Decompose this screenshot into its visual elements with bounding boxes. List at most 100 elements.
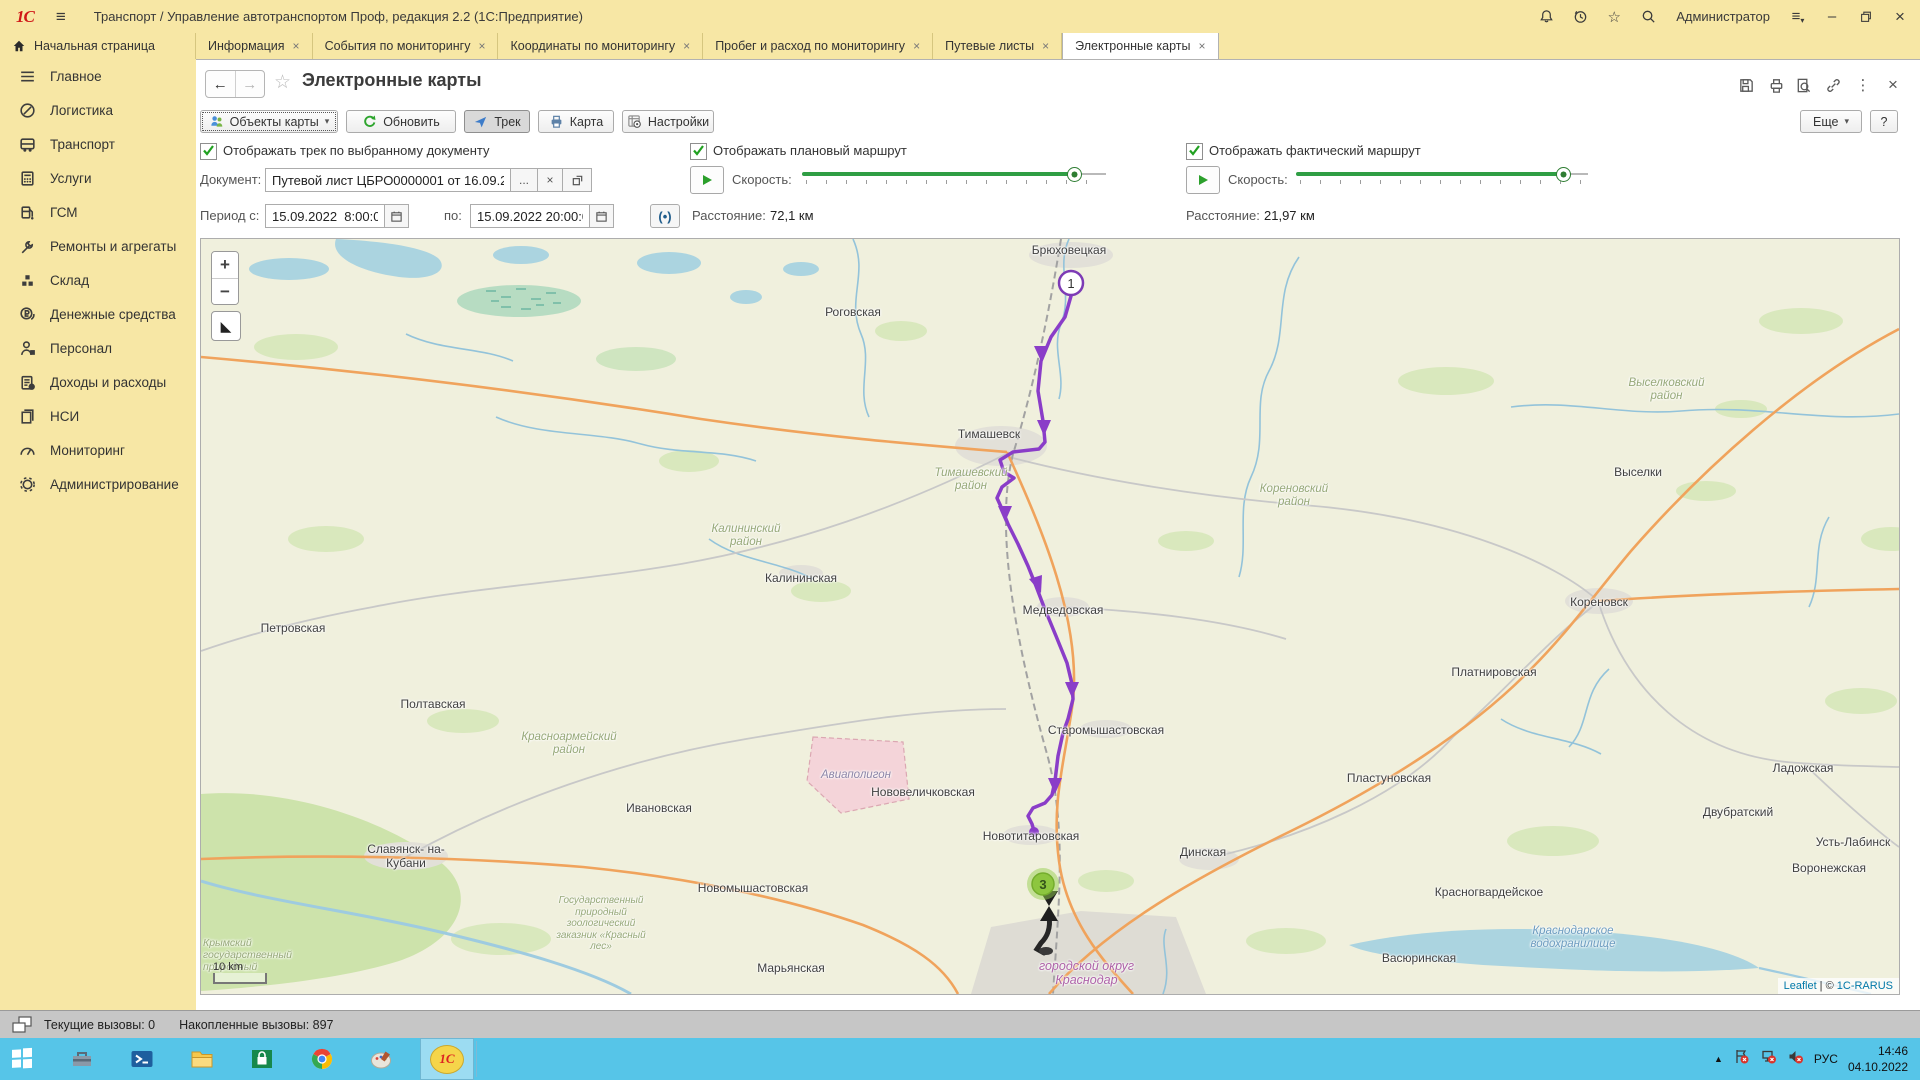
tab-monitoring-mileage[interactable]: Пробег и расход по мониторингу× <box>703 33 933 59</box>
taskbar-app-toolbox[interactable] <box>60 1038 104 1080</box>
sidebar-item-repairs[interactable]: Ремонты и агрегаты <box>0 229 196 263</box>
brand-link[interactable]: 1C-RARUS <box>1837 980 1893 992</box>
slider-thumb[interactable] <box>1067 167 1082 182</box>
get-link-icon[interactable] <box>1822 75 1844 95</box>
tray-expand-icon[interactable]: ▲ <box>1714 1054 1723 1064</box>
period-to-input[interactable] <box>470 204 590 228</box>
close-tab-icon[interactable]: × <box>1199 39 1206 53</box>
1c-logo: 1С <box>16 7 34 27</box>
show-plan-route-label[interactable]: Отображать плановый маршрут <box>713 143 907 158</box>
sidebar-item-nsi[interactable]: НСИ <box>0 399 196 433</box>
period-to-calendar-button[interactable] <box>589 204 614 228</box>
help-button[interactable]: ? <box>1870 110 1898 133</box>
tray-volume-icon[interactable] <box>1787 1048 1804 1070</box>
document-clear-button[interactable]: × <box>537 168 563 192</box>
close-tab-icon[interactable]: × <box>1042 39 1049 53</box>
sidebar-item-monitoring[interactable]: Мониторинг <box>0 433 196 467</box>
sidebar-item-personnel[interactable]: Персонал <box>0 331 196 365</box>
track-toggle-button[interactable]: Трек <box>464 110 530 133</box>
taskbar-app-1c[interactable]: 1С <box>420 1038 474 1080</box>
taskbar-app-paint[interactable] <box>360 1038 404 1080</box>
check-icon <box>202 144 215 157</box>
more-button[interactable]: Еще ▾ <box>1800 110 1862 133</box>
map-marker-start[interactable]: 1 <box>1059 271 1083 295</box>
close-form-icon[interactable]: × <box>1882 75 1904 95</box>
fact-speed-slider[interactable] <box>1296 167 1588 187</box>
period-from-input[interactable] <box>265 204 385 228</box>
print-icon[interactable] <box>1765 75 1787 95</box>
fact-play-button[interactable] <box>1186 166 1220 194</box>
show-track-checkbox[interactable] <box>200 143 217 160</box>
map-canvas[interactable]: 1 3 Брюховецкая Роговская Тимашевск Тима… <box>200 238 1900 995</box>
measure-tool-button[interactable]: ◣ <box>211 311 241 341</box>
print-preview-icon[interactable] <box>1792 75 1814 95</box>
plan-speed-slider[interactable] <box>802 167 1106 187</box>
period-to-label: по: <box>444 208 462 223</box>
tab-monitoring-coordinates[interactable]: Координаты по мониторингу× <box>498 33 703 59</box>
show-track-label[interactable]: Отображать трек по выбранному документу <box>223 143 490 158</box>
show-period-on-map-button[interactable]: (•) <box>650 204 680 228</box>
leaflet-link[interactable]: Leaflet <box>1784 980 1817 992</box>
global-search-icon[interactable] <box>1638 7 1658 27</box>
more-actions-kebab-icon[interactable]: ⋮ <box>1852 75 1874 95</box>
history-icon[interactable] <box>1570 7 1590 27</box>
map-label: Калининская <box>765 571 837 585</box>
save-icon[interactable] <box>1735 75 1757 95</box>
start-button[interactable] <box>0 1038 44 1080</box>
tab-home[interactable]: Начальная страница <box>0 33 196 59</box>
slider-thumb[interactable] <box>1556 167 1571 182</box>
add-favorite-star-icon[interactable]: ☆ <box>274 71 291 94</box>
taskbar-app-powershell[interactable] <box>120 1038 164 1080</box>
map-scale-bar: 10 km <box>213 961 267 984</box>
sidebar-item-logistics[interactable]: Логистика <box>0 93 196 127</box>
keyboard-language[interactable]: РУС <box>1814 1052 1838 1066</box>
taskbar-clock[interactable]: 14:46 04.10.2022 <box>1848 1043 1908 1075</box>
refresh-button[interactable]: Обновить <box>346 110 456 133</box>
sidebar-item-services[interactable]: Услуги <box>0 161 196 195</box>
show-fact-route-label[interactable]: Отображать фактический маршрут <box>1209 143 1421 158</box>
sidebar-item-transport[interactable]: Транспорт <box>0 127 196 161</box>
plan-play-button[interactable] <box>690 166 724 194</box>
tab-monitoring-events[interactable]: События по мониторингу× <box>313 33 499 59</box>
taskbar-app-explorer[interactable] <box>180 1038 224 1080</box>
close-tab-icon[interactable]: × <box>683 39 690 53</box>
show-fact-route-checkbox[interactable] <box>1186 143 1203 160</box>
map-select-button[interactable]: Карта <box>538 110 614 133</box>
close-tab-icon[interactable]: × <box>293 39 300 53</box>
sidebar-item-income-expense[interactable]: Доходы и расходы <box>0 365 196 399</box>
favorites-star-icon[interactable]: ☆ <box>1604 7 1624 27</box>
back-button[interactable]: ← <box>206 71 236 97</box>
close-tab-icon[interactable]: × <box>913 39 920 53</box>
restore-button[interactable] <box>1856 7 1876 27</box>
tab-electronic-maps[interactable]: Электронные карты× <box>1062 33 1218 59</box>
zoom-out-button[interactable]: − <box>212 278 238 304</box>
tab-information[interactable]: Информация× <box>196 33 313 59</box>
taskbar-app-chrome[interactable] <box>300 1038 344 1080</box>
document-input[interactable] <box>265 168 511 192</box>
map-objects-button[interactable]: Объекты карты ▾ <box>200 110 338 133</box>
sidebar-item-warehouse[interactable]: Склад <box>0 263 196 297</box>
tray-network-icon[interactable] <box>1760 1048 1777 1070</box>
map-marker-cluster[interactable]: 3 <box>1027 868 1059 900</box>
forward-button[interactable]: → <box>236 71 265 97</box>
document-choose-button[interactable]: ... <box>510 168 538 192</box>
document-open-button[interactable] <box>562 168 592 192</box>
sidebar-item-administration[interactable]: Администрирование <box>0 467 196 501</box>
current-user[interactable]: Администратор <box>1676 9 1770 24</box>
show-plan-route-checkbox[interactable] <box>690 143 707 160</box>
sidebar-item-money[interactable]: Денежные средства <box>0 297 196 331</box>
zoom-in-button[interactable]: + <box>212 252 238 278</box>
close-tab-icon[interactable]: × <box>478 39 485 53</box>
notifications-bell-icon[interactable] <box>1536 7 1556 27</box>
close-window-button[interactable]: × <box>1890 7 1910 27</box>
taskbar-app-store[interactable] <box>240 1038 284 1080</box>
period-from-calendar-button[interactable] <box>384 204 409 228</box>
sidebar-item-main[interactable]: Главное <box>0 59 196 93</box>
sidebar-item-fuel[interactable]: ГСМ <box>0 195 196 229</box>
minimize-button[interactable]: – <box>1822 7 1842 27</box>
settings-button[interactable]: Настройки <box>622 110 714 133</box>
tray-flag-icon[interactable] <box>1733 1048 1750 1070</box>
tab-waybills[interactable]: Путевые листы× <box>933 33 1062 59</box>
service-menu-icon[interactable]: ≡▾ <box>1788 7 1808 27</box>
main-menu-icon[interactable]: ≡ <box>56 7 66 27</box>
